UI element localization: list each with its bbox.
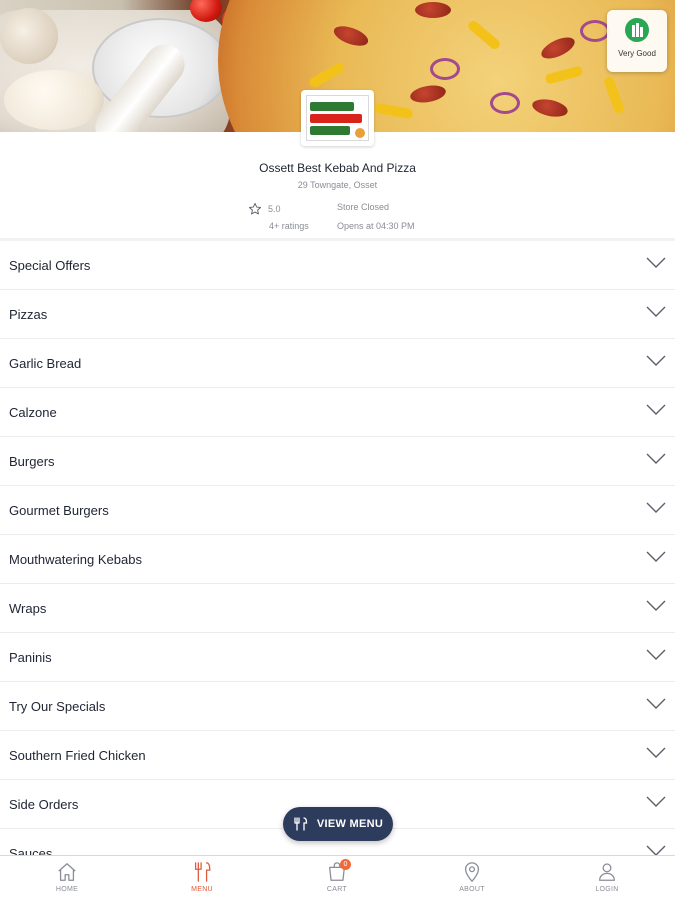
rating-score: 5.0 [268,204,281,214]
cutlery-icon [194,862,211,882]
chevron-down-icon [646,698,666,709]
store-logo [301,90,374,146]
home-icon [58,863,76,881]
nav-label-login: LOGIN [595,886,619,893]
chevron-down-icon [646,796,666,807]
chevron-down-icon [646,502,666,513]
ratings-count: 4+ ratings [269,221,309,231]
menu-category-label: Side Orders [9,797,79,812]
menu-category-row[interactable]: Wraps [0,584,675,633]
menu-category-row[interactable]: Burgers [0,437,675,486]
menu-category-row[interactable]: Paninis [0,633,675,682]
bottom-navigation-bar: HOME MENU 0 CART ABOUT LOGIN [0,855,675,900]
store-opening-time: Opens at 04:30 PM [337,221,415,231]
chevron-down-icon [646,257,666,268]
nav-item-login[interactable]: LOGIN [567,856,647,900]
nav-label-home: HOME [55,886,79,893]
menu-category-label: Wraps [9,601,47,616]
nav-item-about[interactable]: ABOUT [432,856,512,900]
chevron-down-icon [646,404,666,415]
menu-category-label: Try Our Specials [9,699,106,714]
chevron-down-icon [646,649,666,660]
chevron-down-icon [646,453,666,464]
store-rating: 5.0 [248,202,281,216]
pepperoni-decoration [415,2,451,18]
tomato-decoration [190,0,222,22]
onion-decoration [430,58,460,80]
menu-category-label: Mouthwatering Kebabs [9,552,142,567]
menu-category-row[interactable]: Try Our Specials [0,682,675,731]
chevron-down-icon [646,747,666,758]
menu-category-label: Garlic Bread [9,356,82,371]
menu-category-label: Burgers [9,454,55,469]
chevron-down-icon [646,600,666,611]
store-address: 29 Towngate, Osset [297,180,378,190]
location-pin-icon [464,862,480,883]
nav-label-about: ABOUT [459,886,485,893]
menu-category-row[interactable]: Mouthwatering Kebabs [0,535,675,584]
rating-badge-label: Very Good [618,49,656,58]
nav-label-menu: MENU [191,886,213,893]
view-menu-button[interactable]: VIEW MENU [283,807,393,841]
menu-category-row[interactable]: Special Offers [0,241,675,290]
onion-decoration [580,20,610,42]
menu-category-label: Special Offers [9,258,91,273]
cart-count-badge: 0 [340,859,351,870]
menu-category-label: Gourmet Burgers [9,503,109,518]
menu-category-row[interactable]: Calzone [0,388,675,437]
menu-category-label: Pizzas [9,307,48,322]
menu-category-row[interactable]: Garlic Bread [0,339,675,388]
menu-category-label: Paninis [9,650,52,665]
nav-label-cart: CART [326,886,348,893]
rating-badge[interactable]: Very Good [607,10,667,72]
dough-decoration [4,70,104,130]
menu-category-label: Southern Fried Chicken [9,748,146,763]
store-name: Ossett Best Kebab And Pizza [259,161,416,175]
store-logo-artwork [306,95,369,141]
chevron-down-icon [646,306,666,317]
view-menu-label: VIEW MENU [316,818,384,830]
onion-decoration [490,92,520,114]
store-status: Store Closed [337,202,390,212]
cutlery-icon [294,817,308,831]
nav-item-home[interactable]: HOME [27,856,107,900]
nav-item-menu[interactable]: MENU [162,856,242,900]
mushroom-decoration [0,8,58,64]
nav-item-cart[interactable]: 0 CART [297,856,377,900]
chevron-down-icon [646,355,666,366]
menu-category-row[interactable]: Southern Fried Chicken [0,731,675,780]
menu-category-row[interactable]: Gourmet Burgers [0,486,675,535]
menu-category-row[interactable]: Pizzas [0,290,675,339]
user-icon [599,863,615,881]
star-icon [248,202,262,215]
menu-category-label: Calzone [9,405,57,420]
chevron-down-icon [646,551,666,562]
food-hygiene-icon [625,18,649,42]
